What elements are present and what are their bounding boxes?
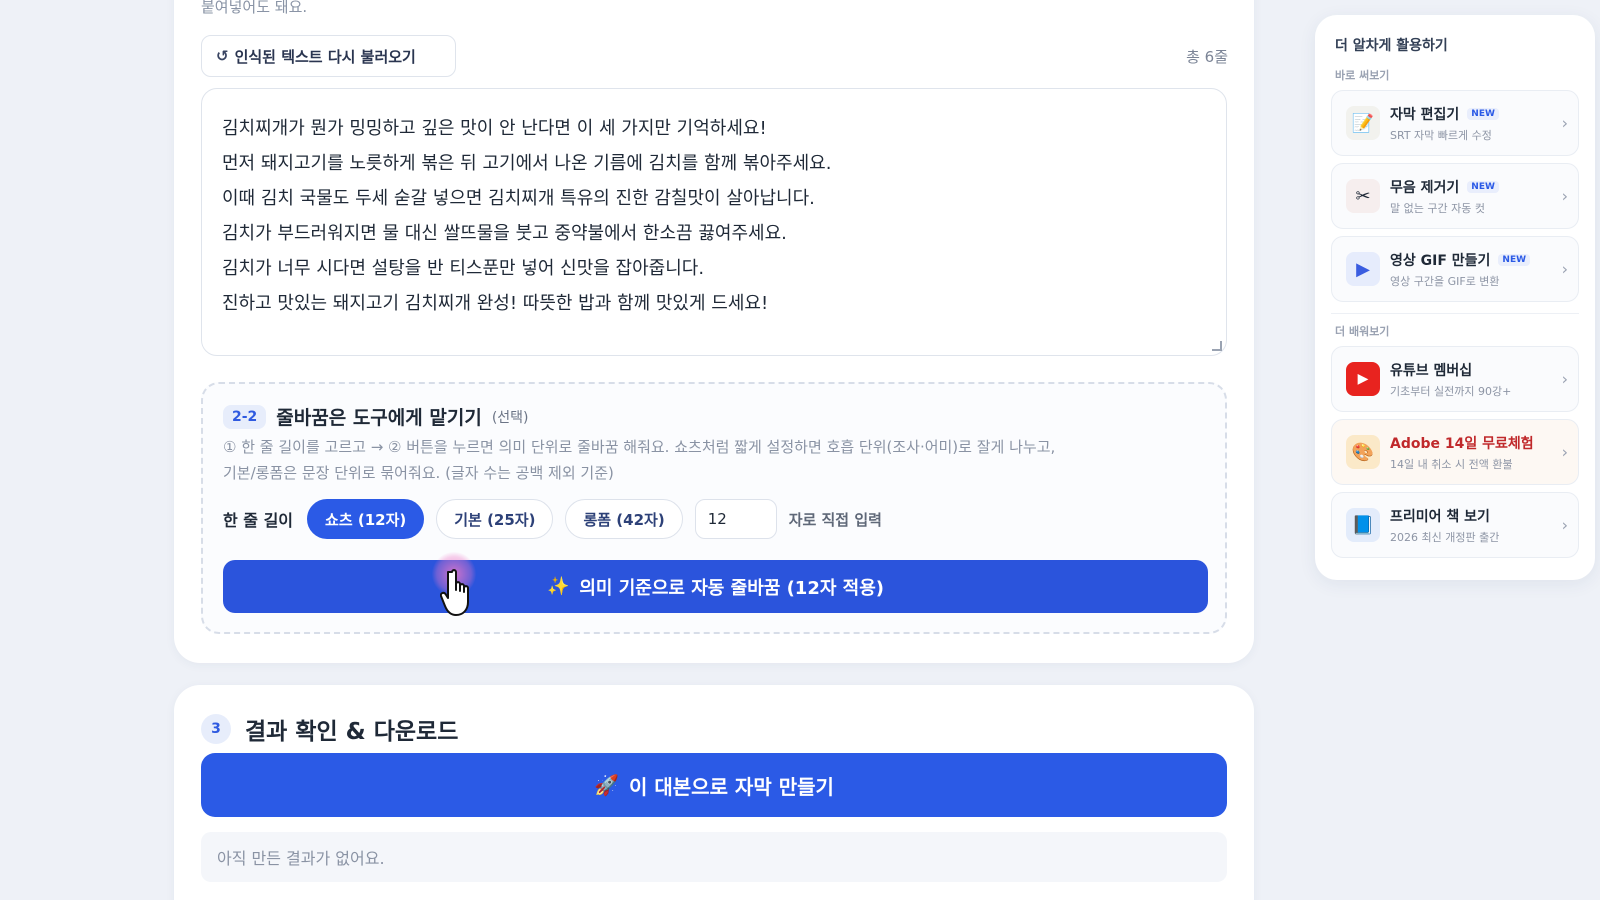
sidebar-item-subtitle-editor[interactable]: 📝 자막 편집기 NEW SRT 자막 빠르게 수정 › — [1331, 90, 1579, 156]
helper-text: 붙여넣어도 돼요. — [201, 0, 308, 16]
resize-handle[interactable] — [1212, 341, 1222, 351]
auto-wrap-button[interactable]: ✨ 의미 기준으로 자동 줄바꿈 (12자 적용) — [223, 560, 1208, 613]
sidebar-item-label: Adobe 14일 무료체험 — [1390, 435, 1534, 452]
script-textarea[interactable]: 김치찌개가 뭔가 밍밍하고 깊은 맛이 안 난다면 이 세 가지만 기억하세요!… — [201, 88, 1227, 356]
sidebar-title: 더 알차게 활용하기 — [1335, 38, 1448, 54]
chevron-right-icon: › — [1561, 515, 1568, 535]
sidebar-item-desc: SRT 자막 빠르게 수정 — [1390, 128, 1492, 142]
edit-icon: 📝 — [1346, 106, 1380, 140]
sidebar-item-silence-remover[interactable]: ✂ 무음 제거기 NEW 말 없는 구간 자동 컷 › — [1331, 163, 1579, 229]
line-count: 총 6줄 — [1186, 48, 1228, 66]
line-length-row: 한 줄 길이 쇼츠 (12자) 기본 (25자) 롱폼 (42자) 자로 직접 … — [223, 499, 882, 539]
chevron-right-icon: › — [1561, 186, 1568, 206]
hand-cursor-icon — [440, 569, 469, 616]
script-line: 김치찌개가 뭔가 밍밍하고 깊은 맛이 안 난다면 이 세 가지만 기억하세요! — [222, 118, 767, 139]
option-longform[interactable]: 롱폼 (42자) — [565, 499, 683, 539]
chevron-right-icon: › — [1561, 113, 1568, 133]
new-badge: NEW — [1467, 180, 1499, 193]
sidebar-item-desc: 기초부터 실전까지 90강+ — [1390, 384, 1512, 398]
custom-length-suffix: 자로 직접 입력 — [788, 510, 882, 529]
sidebar-item-label: 자막 편집기 — [1390, 106, 1460, 123]
make-subtitles-button[interactable]: 🚀 이 대본으로 자막 만들기 — [201, 753, 1227, 817]
optional-label: (선택) — [491, 409, 529, 426]
refresh-icon: ↺ — [216, 47, 229, 65]
step-number: 3 — [201, 714, 231, 744]
chevron-right-icon: › — [1561, 442, 1568, 462]
make-subtitles-label: 이 대본으로 자막 만들기 — [629, 774, 834, 799]
wrap-title: 줄바꿈은 도구에게 맡기기 — [276, 407, 482, 429]
option-basic[interactable]: 기본 (25자) — [436, 499, 554, 539]
sidebar-item-label: 유튜브 멤버십 — [1390, 362, 1473, 379]
wrap-description: ① 한 줄 길이를 고르고 → ② 버튼을 누르면 의미 단위로 줄바꿈 해줘요… — [223, 434, 1203, 486]
empty-result-message: 아직 만든 결과가 없어요. — [201, 832, 1227, 882]
script-line: 이때 김치 국물도 두세 숟갈 넣으면 김치찌개 특유의 진한 감칠맛이 살아납… — [222, 188, 815, 209]
custom-length-input[interactable] — [694, 499, 777, 539]
sparkle-icon: ✨ — [546, 576, 570, 597]
new-badge: NEW — [1498, 253, 1531, 266]
result-title: 결과 확인 & 다운로드 — [245, 719, 459, 745]
script-line: 김치가 너무 시다면 설탕을 반 티스푼만 넣어 신맛을 잡아줍니다. — [222, 258, 705, 279]
sidebar: 더 알차게 활용하기 바로 써보기 📝 자막 편집기 NEW SRT 자막 빠르게… — [1315, 15, 1595, 580]
sidebar-item-desc: 2026 최신 개정판 출간 — [1390, 530, 1500, 544]
script-line: 김치가 부드러워지면 물 대신 쌀뜨물을 붓고 중약불에서 한소끔 끓여주세요. — [222, 223, 787, 244]
auto-wrap-panel: 2-2 줄바꿈은 도구에게 맡기기 (선택) ① 한 줄 길이를 고르고 → ②… — [201, 382, 1227, 634]
reload-text-button[interactable]: ↺ 인식된 텍스트 다시 불러오기 — [201, 35, 456, 77]
book-icon: 📘 — [1346, 508, 1380, 542]
line-length-label: 한 줄 길이 — [223, 511, 294, 530]
wrap-description-line: ① 한 줄 길이를 고르고 → ② 버튼을 누르면 의미 단위로 줄바꿈 해줘요… — [223, 438, 1056, 456]
new-badge: NEW — [1467, 107, 1499, 120]
sidebar-item-desc: 말 없는 구간 자동 컷 — [1390, 201, 1485, 215]
sidebar-item-adobe-trial[interactable]: 🎨 Adobe 14일 무료체험 14일 내 취소 시 전액 환불 › — [1331, 419, 1579, 485]
sidebar-section-label: 더 배워보기 — [1335, 325, 1390, 338]
sidebar-item-label: 프리미어 책 보기 — [1390, 508, 1490, 525]
sidebar-item-desc: 14일 내 취소 시 전액 환불 — [1390, 457, 1513, 471]
wrap-description-line: 기본/롱폼은 문장 단위로 묶어줘요. (글자 수는 공백 제외 기준) — [223, 464, 614, 482]
sidebar-divider — [1331, 313, 1579, 314]
result-header: 3 결과 확인 & 다운로드 — [201, 712, 458, 746]
sidebar-item-label: 무음 제거기 — [1390, 179, 1460, 196]
sidebar-item-gif-maker[interactable]: ▶ 영상 GIF 만들기 NEW 영상 구간을 GIF로 변환 › — [1331, 236, 1579, 302]
scissors-icon: ✂ — [1346, 179, 1380, 213]
video-icon: ▶ — [1346, 252, 1380, 286]
step-badge: 2-2 — [223, 404, 267, 429]
sidebar-item-label: 영상 GIF 만들기 — [1390, 252, 1491, 269]
palette-icon: 🎨 — [1346, 435, 1380, 469]
script-line: 진하고 맛있는 돼지고기 김치찌개 완성! 따뜻한 밥과 함께 맛있게 드세요! — [222, 293, 769, 314]
script-line: 먼저 돼지고기를 노릇하게 볶은 뒤 고기에서 나온 기름에 김치를 함께 볶아… — [222, 153, 832, 174]
sidebar-section-label: 바로 써보기 — [1335, 69, 1390, 82]
sidebar-item-premiere-book[interactable]: 📘 프리미어 책 보기 2026 최신 개정판 출간 › — [1331, 492, 1579, 558]
youtube-icon: ▶ — [1346, 362, 1380, 396]
chevron-right-icon: › — [1561, 369, 1568, 389]
auto-wrap-label: 의미 기준으로 자동 줄바꿈 (12자 적용) — [579, 577, 885, 599]
sidebar-item-youtube-membership[interactable]: ▶ 유튜브 멤버십 기초부터 실전까지 90강+ › — [1331, 346, 1579, 412]
chevron-right-icon: › — [1561, 259, 1568, 279]
rocket-icon: 🚀 — [594, 773, 619, 797]
sidebar-item-desc: 영상 구간을 GIF로 변환 — [1390, 274, 1500, 288]
reload-text-label: 인식된 텍스트 다시 불러오기 — [234, 47, 416, 66]
option-shorts[interactable]: 쇼츠 (12자) — [307, 499, 425, 539]
